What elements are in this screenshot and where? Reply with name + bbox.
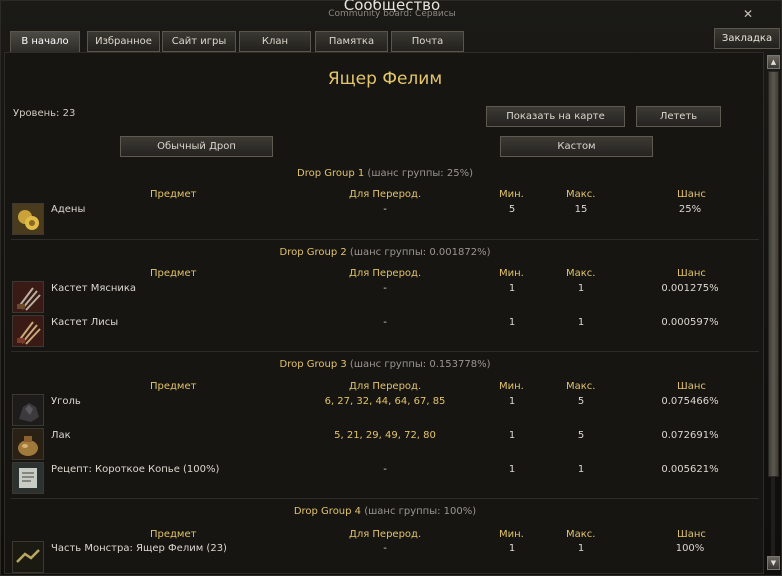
item-chance: 0.005621% xyxy=(661,464,719,475)
window-subtitle: Community board: Сервисы xyxy=(328,9,456,19)
item-craft: 5, 21, 29, 49, 72, 80 xyxy=(334,430,436,441)
drop-group-title: Drop Group 1 (шанс группы: 25%) xyxy=(297,168,473,179)
item-chance: 100% xyxy=(675,543,705,554)
col-header-item: Предмет xyxy=(150,268,197,279)
item-name: Рецепт: Короткое Копье (100%) xyxy=(51,464,220,475)
item-chance: 0.001275% xyxy=(661,283,719,294)
group-separator xyxy=(11,239,759,240)
item-name: Кастет Мясника xyxy=(51,283,137,294)
col-header-item: Предмет xyxy=(150,529,197,540)
scroll-down-icon[interactable]: ▼ xyxy=(767,556,780,570)
close-icon[interactable]: ✕ xyxy=(741,7,755,21)
col-header-max: Макс. xyxy=(566,189,596,200)
item-name: Часть Монстра: Ящер Фелим (23) xyxy=(51,543,227,554)
col-header-min: Мин. xyxy=(499,529,524,540)
title-bar[interactable]: Сообщество Community board: Сервисы ✕ xyxy=(1,0,782,25)
item-name: Лак xyxy=(51,430,71,441)
col-header-craft: Для Перерод. xyxy=(349,268,422,279)
col-header-item: Предмет xyxy=(150,189,197,200)
group-separator xyxy=(11,498,759,499)
item-craft: - xyxy=(383,317,387,328)
normal-drop-button[interactable]: Обычный Дроп xyxy=(120,136,273,157)
item-min: 5 xyxy=(508,204,516,215)
item-craft: - xyxy=(383,204,387,215)
group-separator xyxy=(11,351,759,352)
tab-home[interactable]: В начало xyxy=(10,31,80,53)
item-craft: 6, 27, 32, 44, 64, 67, 85 xyxy=(324,396,446,407)
item-max: 5 xyxy=(577,430,585,441)
col-header-item: Предмет xyxy=(150,381,197,392)
recipe-scroll-icon xyxy=(12,462,44,494)
vertical-scrollbar[interactable]: ▲ ▼ xyxy=(766,54,781,574)
col-header-min: Мин. xyxy=(499,189,524,200)
col-header-max: Макс. xyxy=(566,529,596,540)
item-chance: 0.000597% xyxy=(661,317,719,328)
item-name: Кастет Лисы xyxy=(51,317,119,328)
community-board-window: Сообщество Community board: Сервисы ✕ В … xyxy=(0,0,782,576)
claw-weapon-icon xyxy=(12,315,44,347)
item-max: 1 xyxy=(577,283,585,294)
tab-favorites[interactable]: Избранное xyxy=(87,31,160,52)
item-craft: - xyxy=(383,283,387,294)
item-craft: - xyxy=(383,543,387,554)
tab-memo[interactable]: Памятка xyxy=(315,31,388,52)
drop-group-title: Drop Group 3 (шанс группы: 0.153778%) xyxy=(279,359,491,370)
col-header-chance: Шанс xyxy=(677,529,706,540)
scroll-up-icon[interactable]: ▲ xyxy=(767,55,780,69)
drop-group-title: Drop Group 2 (шанс группы: 0.001872%) xyxy=(279,247,491,258)
col-header-craft: Для Перерод. xyxy=(349,529,422,540)
item-max: 15 xyxy=(574,204,588,215)
col-header-chance: Шанс xyxy=(677,381,706,392)
fly-button[interactable]: Лететь xyxy=(636,106,721,127)
varnish-bag-icon xyxy=(12,428,44,460)
item-min: 1 xyxy=(508,317,516,328)
tab-clan[interactable]: Клан xyxy=(239,31,311,52)
drop-group-title: Drop Group 4 (шанс группы: 100%) xyxy=(293,506,477,517)
adena-coins-icon xyxy=(12,203,44,235)
tab-game-site[interactable]: Сайт игры xyxy=(162,31,236,52)
item-chance: 25% xyxy=(678,204,702,215)
item-max: 1 xyxy=(577,464,585,475)
item-max: 5 xyxy=(577,396,585,407)
item-name: Уголь xyxy=(51,396,81,407)
scrollbar-thumb[interactable] xyxy=(768,71,779,477)
col-header-chance: Шанс xyxy=(677,189,706,200)
coal-icon xyxy=(12,394,44,426)
claw-weapon-icon xyxy=(12,281,44,313)
item-max: 1 xyxy=(577,543,585,554)
item-min: 1 xyxy=(508,430,516,441)
bookmark-button[interactable]: Закладка xyxy=(714,28,780,49)
item-min: 1 xyxy=(508,396,516,407)
monster-part-icon xyxy=(12,541,44,573)
item-min: 1 xyxy=(508,543,516,554)
tab-mail[interactable]: Почта xyxy=(391,31,464,52)
monster-level: Уровень: 23 xyxy=(13,108,76,119)
col-header-chance: Шанс xyxy=(677,268,706,279)
item-min: 1 xyxy=(508,464,516,475)
monster-name: Ящер Фелим xyxy=(327,69,443,89)
col-header-max: Макс. xyxy=(566,381,596,392)
show-on-map-button[interactable]: Показать на карте xyxy=(486,106,625,127)
col-header-min: Мин. xyxy=(499,268,524,279)
item-chance: 0.075466% xyxy=(661,396,719,407)
col-header-craft: Для Перерод. xyxy=(349,381,422,392)
item-craft: - xyxy=(383,464,387,475)
col-header-craft: Для Перерод. xyxy=(349,189,422,200)
drop-list-panel: Ящер Фелим Уровень: 23 Показать на карте… xyxy=(4,52,764,574)
col-header-max: Макс. xyxy=(566,268,596,279)
item-min: 1 xyxy=(508,283,516,294)
custom-drop-button[interactable]: Кастом xyxy=(500,136,653,157)
item-name: Адены xyxy=(51,204,86,215)
item-chance: 0.072691% xyxy=(661,430,719,441)
item-max: 1 xyxy=(577,317,585,328)
col-header-min: Мин. xyxy=(499,381,524,392)
